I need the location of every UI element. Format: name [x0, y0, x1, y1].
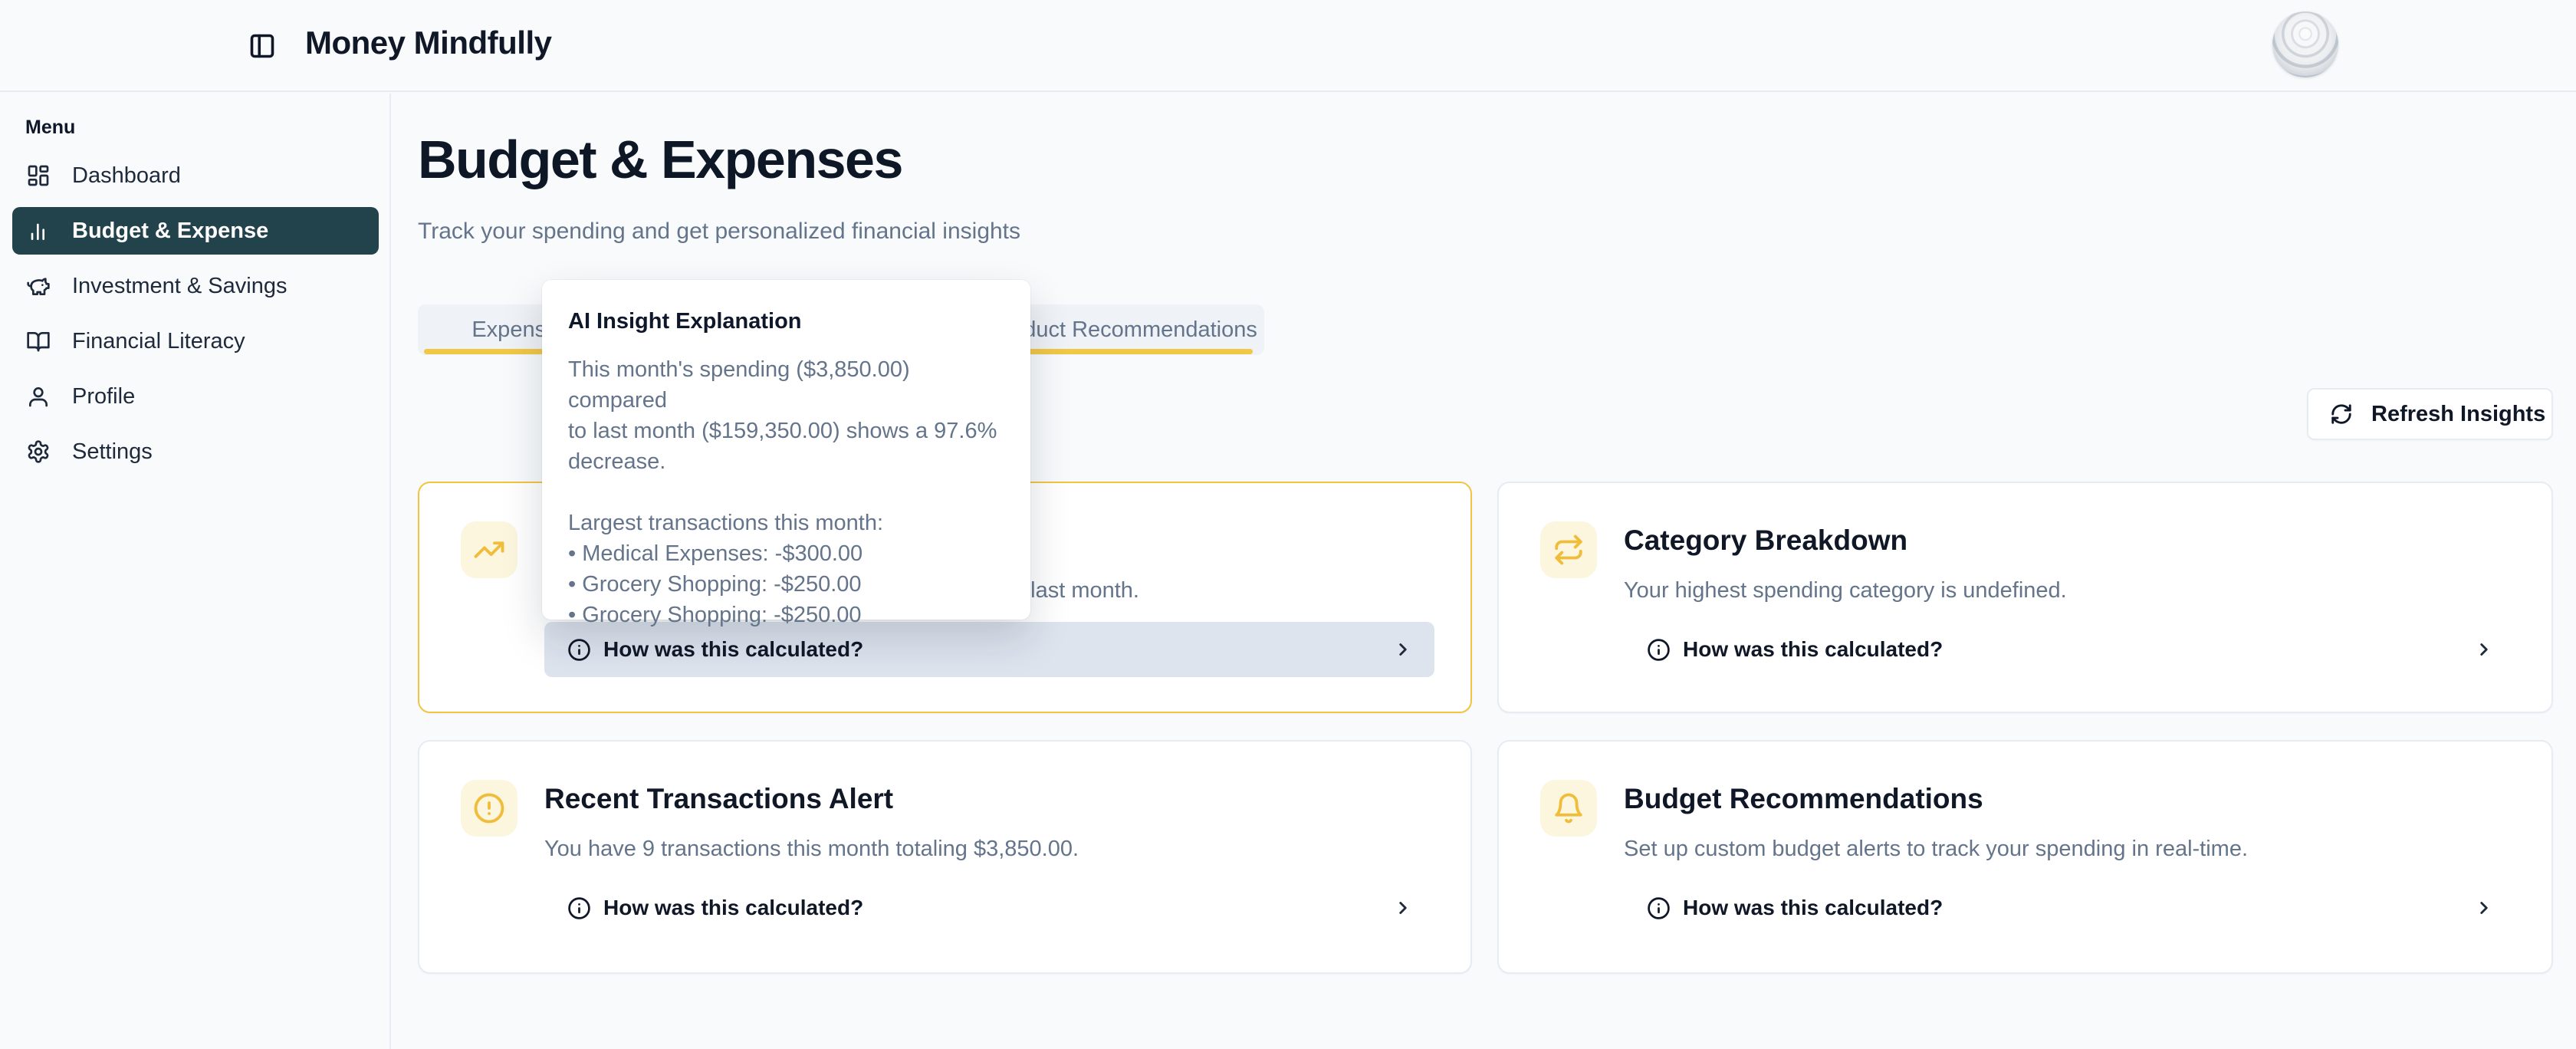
- alert-circle-icon: [461, 780, 518, 837]
- sidebar-toggle-icon[interactable]: [248, 32, 276, 60]
- card-description: Your highest spending category is undefi…: [1624, 578, 2067, 603]
- tooltip-line: to last month ($159,350.00) shows a 97.6…: [568, 416, 1006, 446]
- how-calculated-label: How was this calculated?: [1683, 896, 1943, 920]
- sidebar-item-budget-expense[interactable]: Budget & Expense: [12, 207, 379, 255]
- sidebar-item-label: Financial Literacy: [72, 329, 245, 354]
- info-icon: [1647, 638, 1671, 662]
- card-recent-transactions-alert: Recent Transactions Alert You have 9 tra…: [418, 740, 1472, 974]
- sidebar-item-dashboard[interactable]: Dashboard: [12, 152, 379, 199]
- card-budget-recommendations: Budget Recommendations Set up custom bud…: [1497, 740, 2553, 974]
- sidebar-item-settings[interactable]: Settings: [12, 428, 379, 475]
- sidebar-item-investment-savings[interactable]: Investment & Savings: [12, 262, 379, 310]
- tooltip-list-heading: Largest transactions this month:: [568, 508, 1006, 538]
- ai-insight-tooltip: AI Insight Explanation This month's spen…: [542, 280, 1030, 620]
- sidebar-item-label: Dashboard: [72, 163, 181, 189]
- how-calculated-button[interactable]: How was this calculated?: [544, 880, 1434, 936]
- sidebar: Menu Dashboard Budget & Expense Investme…: [0, 94, 391, 1049]
- page-title: Budget & Expenses: [418, 129, 902, 190]
- avatar[interactable]: [2272, 12, 2338, 77]
- gear-icon: [26, 439, 51, 464]
- card-category-breakdown: Category Breakdown Your highest spending…: [1497, 482, 2553, 713]
- card-title: Category Breakdown: [1624, 524, 1907, 557]
- how-calculated-button[interactable]: How was this calculated?: [1624, 880, 2515, 936]
- page-subtitle: Track your spending and get personalized…: [418, 219, 1020, 245]
- how-calculated-label: How was this calculated?: [603, 896, 863, 920]
- app-title: Money Mindfully: [305, 25, 552, 61]
- chevron-right-icon: [1393, 640, 1413, 659]
- sidebar-nav: Dashboard Budget & Expense Investment & …: [12, 152, 379, 475]
- how-calculated-button[interactable]: How was this calculated?: [1624, 622, 2515, 677]
- menu-section-label: Menu: [25, 117, 75, 139]
- sidebar-item-label: Profile: [72, 384, 135, 409]
- chart-column-icon: [26, 219, 51, 243]
- sidebar-item-label: Investment & Savings: [72, 274, 287, 299]
- tooltip-list-item: • Grocery Shopping: -$250.00: [568, 569, 1006, 600]
- sidebar-item-label: Settings: [72, 439, 153, 465]
- tooltip-line: This month's spending ($3,850.00) compar…: [568, 354, 1006, 416]
- sidebar-item-profile[interactable]: Profile: [12, 373, 379, 420]
- bell-icon: [1540, 780, 1597, 837]
- info-icon: [1647, 896, 1671, 920]
- card-description: You have 9 transactions this month total…: [544, 837, 1079, 862]
- dashboard-icon: [26, 163, 51, 188]
- tooltip-list-item: • Grocery Shopping: -$250.00: [568, 600, 1006, 630]
- card-title: Budget Recommendations: [1624, 783, 1983, 815]
- piggy-bank-icon: [26, 274, 51, 298]
- refresh-label: Refresh Insights: [2371, 402, 2545, 427]
- book-open-icon: [26, 329, 51, 354]
- chevron-right-icon: [1393, 898, 1413, 918]
- card-title: Recent Transactions Alert: [544, 783, 893, 815]
- how-calculated-label: How was this calculated?: [1683, 637, 1943, 662]
- tooltip-body: This month's spending ($3,850.00) compar…: [568, 354, 1006, 630]
- tooltip-list-item: • Medical Expenses: -$300.00: [568, 538, 1006, 569]
- info-icon: [567, 896, 591, 920]
- user-icon: [26, 384, 51, 409]
- tooltip-line: decrease.: [568, 446, 1006, 477]
- refresh-insights-button[interactable]: Refresh Insights: [2307, 388, 2553, 440]
- tooltip-title: AI Insight Explanation: [568, 309, 1006, 334]
- sidebar-item-financial-literacy[interactable]: Financial Literacy: [12, 317, 379, 365]
- repeat-icon: [1540, 521, 1597, 578]
- tooltip-spacer: [568, 477, 1006, 508]
- sidebar-item-label: Budget & Expense: [72, 219, 268, 244]
- trending-up-icon: [461, 521, 518, 578]
- card-description: Set up custom budget alerts to track you…: [1624, 837, 2248, 862]
- chevron-right-icon: [2474, 898, 2494, 918]
- info-icon: [567, 638, 591, 662]
- chevron-right-icon: [2474, 640, 2494, 659]
- refresh-icon: [2330, 403, 2353, 426]
- app-header: Money Mindfully: [0, 0, 2576, 92]
- how-calculated-label: How was this calculated?: [603, 637, 863, 662]
